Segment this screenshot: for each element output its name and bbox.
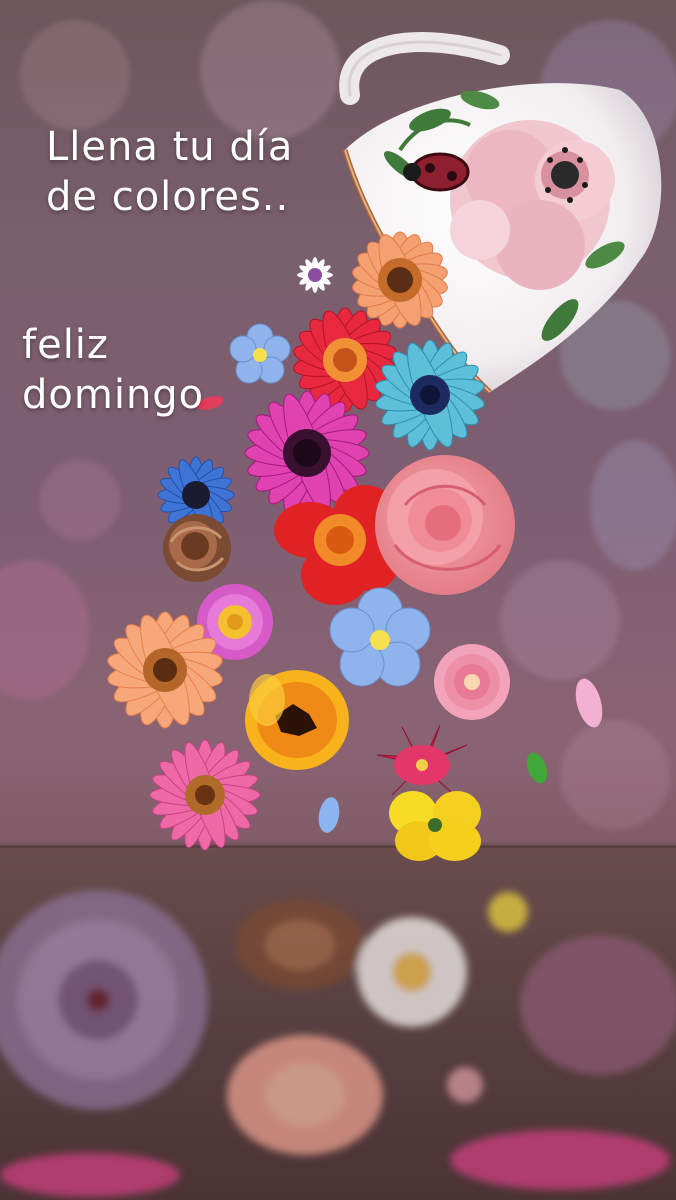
flower-blue-forgetmenot-left [229, 323, 291, 384]
greeting-line: feliz [22, 322, 109, 368]
greeting-text-sunday: feliz domingo [22, 320, 204, 420]
petal-blue [318, 797, 340, 833]
reflection-pink-flower [447, 1067, 483, 1103]
reflection-peach-flower [227, 1035, 383, 1155]
flower-yellow-pansy [389, 791, 481, 861]
reflection-red-blossoms [450, 1130, 670, 1190]
flower-pink-gerbera-bottom [149, 739, 261, 851]
reflection-yellow-flower [488, 892, 528, 932]
greeting-line: de colores.. [46, 174, 290, 220]
greeting-card: Llena tu día de colores.. feliz domingo [0, 0, 676, 1200]
greeting-text-heading: Llena tu día de colores.. [46, 122, 293, 222]
petal-pink [575, 678, 603, 728]
flower-bronze-rose [163, 514, 231, 582]
reflection-magenta-flower [520, 935, 676, 1075]
teacup [339, 32, 662, 394]
reflection-red-blossoms [0, 1153, 180, 1197]
flower-orange-tulip [245, 670, 349, 770]
flower-red-lily [376, 724, 468, 796]
reflection-purple-flower [0, 890, 208, 1110]
flower-pink-rose [375, 455, 515, 595]
reflection-white-daisy [357, 917, 467, 1027]
greeting-line: Llena tu día [46, 124, 294, 170]
flower-pink-dahlia [434, 644, 510, 720]
greeting-line: domingo [22, 372, 205, 418]
tabletop-reflection [0, 890, 676, 1197]
flower-small-daisy [297, 257, 333, 293]
reflection-bronze-flower [235, 900, 365, 990]
petal-green [526, 752, 548, 784]
